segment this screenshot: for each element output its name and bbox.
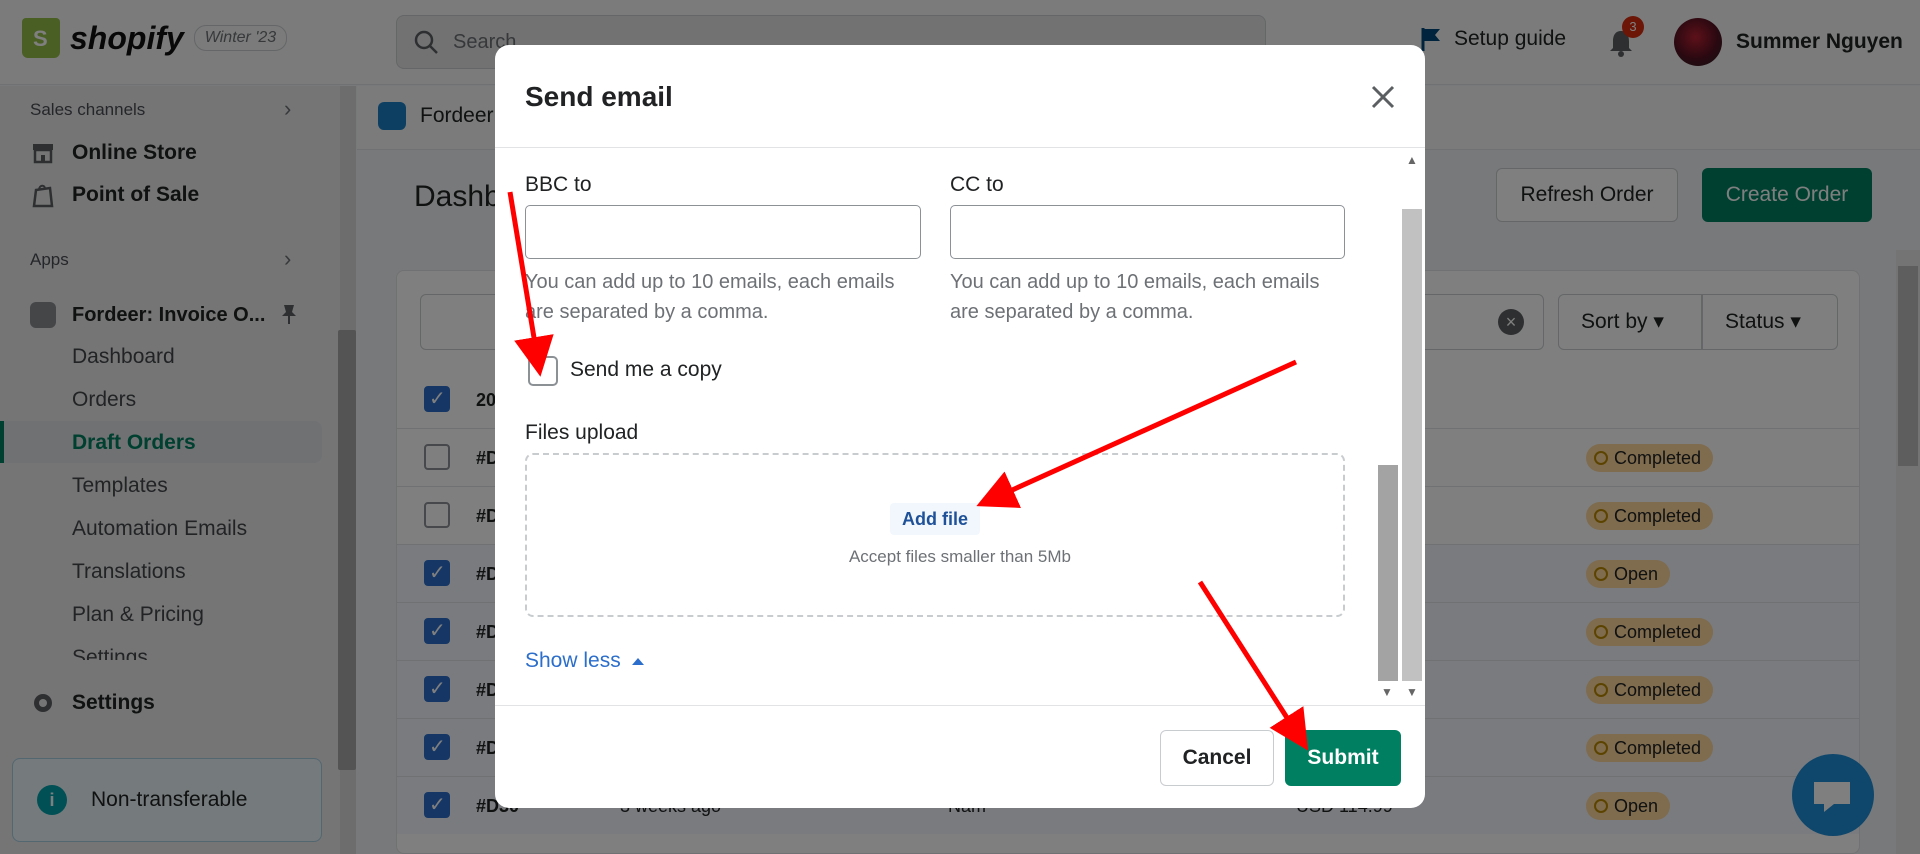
bbc-input[interactable]	[525, 205, 921, 259]
cancel-button[interactable]: Cancel	[1160, 730, 1274, 786]
submit-button[interactable]: Submit	[1285, 730, 1401, 786]
add-file-button[interactable]: Add file	[890, 503, 980, 535]
send-copy-label[interactable]: Send me a copy	[570, 358, 722, 382]
send-email-modal: Send email BBC to You can add up to 10 e…	[495, 45, 1425, 808]
scroll-down-icon[interactable]: ▼	[1381, 685, 1393, 699]
show-less-label: Show less	[525, 649, 621, 672]
cc-input[interactable]	[950, 205, 1345, 259]
file-dropzone[interactable]	[525, 453, 1345, 617]
close-icon[interactable]	[1363, 77, 1403, 117]
scroll-down-icon[interactable]: ▼	[1406, 685, 1418, 699]
bbc-help-text: You can add up to 10 emails, each emails…	[525, 271, 895, 323]
send-copy-checkbox[interactable]	[528, 356, 558, 386]
modal-scrollbar-thumb[interactable]	[1378, 465, 1398, 681]
cc-help-text: You can add up to 10 emails, each emails…	[950, 271, 1320, 323]
scroll-up-icon[interactable]: ▲	[1406, 153, 1418, 167]
bbc-label: BBC to	[525, 173, 592, 196]
cc-label: CC to	[950, 173, 1004, 196]
modal-title: Send email	[525, 81, 673, 112]
modal-header: Send email	[495, 45, 1425, 148]
accept-note: Accept files smaller than 5Mb	[848, 547, 1072, 566]
show-less-toggle[interactable]: Show less	[525, 649, 645, 673]
files-upload-label: Files upload	[525, 421, 639, 444]
caret-up-icon	[631, 658, 644, 665]
modal-scrollbar-track[interactable]	[1402, 209, 1422, 681]
